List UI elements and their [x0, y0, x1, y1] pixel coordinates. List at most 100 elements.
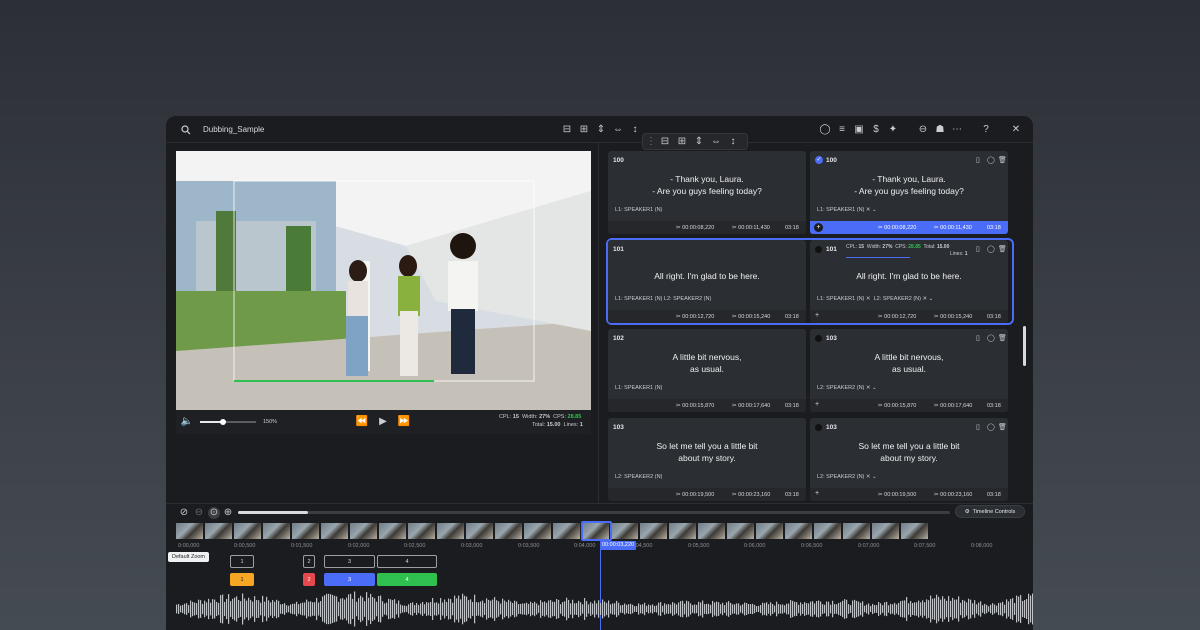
align-vertical-icon[interactable]: ⇕: [693, 136, 705, 148]
card-line-2[interactable]: - Are you guys feeling today?: [608, 185, 806, 197]
distribute-icon[interactable]: ↕: [629, 124, 641, 136]
frame-thumbnail[interactable]: [553, 523, 581, 539]
check-icon[interactable]: ✓: [815, 156, 823, 164]
card-line-2[interactable]: about my story.: [810, 452, 1008, 464]
card-line-1[interactable]: All right. I'm glad to be here.: [810, 270, 1008, 282]
frame-thumbnail[interactable]: [611, 523, 639, 539]
card-line-2[interactable]: - Are you guys feeling today?: [810, 185, 1008, 197]
align-horizontal-icon[interactable]: ⇔: [612, 124, 624, 136]
card-line-1[interactable]: - Thank you, Laura.: [810, 173, 1008, 185]
delete-icon[interactable]: 🗑: [998, 334, 1007, 342]
end-time[interactable]: ✂ 00:00:23,160: [934, 492, 972, 498]
frame-thumbnail[interactable]: [727, 523, 755, 539]
track1-segment[interactable]: 2: [303, 555, 315, 568]
frame-thumbnail[interactable]: [234, 523, 262, 539]
frame-thumbnail[interactable]: [292, 523, 320, 539]
visibility-off-icon[interactable]: ⊘: [178, 507, 190, 519]
layout-split-icon[interactable]: ⊟: [659, 136, 671, 148]
frame-thumbnail[interactable]: [495, 523, 523, 539]
card-line-1[interactable]: So let me tell you a little bit: [810, 440, 1008, 452]
start-time[interactable]: ✂ 00:00:08,220: [676, 225, 714, 231]
comment-icon[interactable]: ◯: [987, 334, 995, 342]
zoom-out-icon[interactable]: ⊖: [917, 124, 929, 136]
timeline-controls-button[interactable]: ⚙ Timeline Controls: [955, 505, 1025, 518]
card-line-1[interactable]: So let me tell you a little bit: [608, 440, 806, 452]
target-card[interactable]: 103 ▯ ◯ 🗑 So let me tell you a little bi…: [810, 418, 1008, 501]
card-line-1[interactable]: - Thank you, Laura.: [608, 173, 806, 185]
speaker-tags[interactable]: L2: SPEAKER2 (N) ✕ ⌄: [817, 474, 877, 480]
play-icon[interactable]: ▶: [377, 416, 389, 428]
start-time[interactable]: ✂ 00:00:12,720: [878, 314, 916, 320]
track1-segment[interactable]: 1: [230, 555, 254, 568]
search-icon[interactable]: [180, 124, 192, 136]
frame-thumbnail[interactable]: [669, 523, 697, 539]
target-card[interactable]: ✓ 100 ▯ ◯ 🗑 - Thank you, Laura. - Are you…: [810, 151, 1008, 234]
close-icon[interactable]: ✕: [1010, 124, 1022, 136]
start-time[interactable]: ✂ 00:00:19,500: [676, 492, 714, 498]
add-icon[interactable]: +: [815, 312, 819, 319]
layout-split-icon[interactable]: ⊟: [561, 124, 573, 136]
frame-thumbnail[interactable]: [350, 523, 378, 539]
track2-segment[interactable]: 3: [324, 573, 375, 586]
frame-thumbnail[interactable]: [785, 523, 813, 539]
frame-thumbnail[interactable]: [843, 523, 871, 539]
card-line-2[interactable]: as usual.: [810, 363, 1008, 375]
source-card[interactable]: 102 A little bit nervous, as usual. L1: S…: [608, 329, 806, 412]
card-line-1[interactable]: A little bit nervous,: [810, 351, 1008, 363]
frame-thumbnail[interactable]: [756, 523, 784, 539]
currency-icon[interactable]: $: [870, 124, 882, 136]
frame-thumbnail[interactable]: [379, 523, 407, 539]
frame-thumbnail[interactable]: [263, 523, 291, 539]
caption-icon[interactable]: ▣: [853, 124, 865, 136]
source-card[interactable]: 103 So let me tell you a little bit about…: [608, 418, 806, 501]
target-card[interactable]: 103 ▯ ◯ 🗑 A little bit nervous, as usual.…: [810, 329, 1008, 412]
frame-thumbnail[interactable]: [524, 523, 552, 539]
video-preview[interactable]: [176, 151, 591, 410]
track2-segment[interactable]: 1: [230, 573, 254, 586]
delete-icon[interactable]: 🗑: [998, 423, 1007, 431]
translate-icon[interactable]: ✦: [887, 124, 899, 136]
end-time[interactable]: ✂ 00:00:17,640: [732, 403, 770, 409]
timeline-scrollbar[interactable]: [238, 511, 950, 514]
comment-icon[interactable]: ◯: [987, 423, 995, 431]
end-time[interactable]: ✂ 00:00:15,240: [934, 314, 972, 320]
more-icon[interactable]: ⋯: [951, 124, 963, 136]
card-line-1[interactable]: A little bit nervous,: [608, 351, 806, 363]
frame-thumbnail[interactable]: [205, 523, 233, 539]
card-line-2[interactable]: about my story.: [608, 452, 806, 464]
bookmark-icon[interactable]: ▯: [976, 156, 980, 164]
zoom-out-icon[interactable]: ⊖: [193, 507, 205, 519]
zoom-in-icon[interactable]: ⊕: [222, 507, 234, 519]
add-icon[interactable]: +: [815, 490, 819, 497]
add-icon[interactable]: +: [815, 401, 819, 408]
thumbnail-selection[interactable]: [581, 521, 612, 541]
track2-segment[interactable]: 2: [303, 573, 315, 586]
user-view-icon[interactable]: ☗: [934, 124, 946, 136]
help-icon[interactable]: ?: [980, 124, 992, 136]
comment-icon[interactable]: ◯: [819, 124, 831, 136]
end-time[interactable]: ✂ 00:00:11,430: [934, 225, 972, 231]
frame-thumbnail[interactable]: [814, 523, 842, 539]
drag-handle-icon[interactable]: ⋮: [645, 136, 657, 148]
comment-icon[interactable]: ◯: [987, 245, 995, 253]
frame-thumbnail[interactable]: [872, 523, 900, 539]
subtitle-settings-icon[interactable]: ≡: [836, 124, 848, 136]
cards-scrollbar[interactable]: [1023, 326, 1026, 366]
frame-thumbnail[interactable]: [408, 523, 436, 539]
rewind-icon[interactable]: ⏪: [356, 416, 368, 428]
speaker-tags[interactable]: L1: SPEAKER1 (N) ✕ ⌄: [817, 207, 877, 213]
source-card[interactable]: 100 - Thank you, Laura. - Are you guys fe…: [608, 151, 806, 234]
bookmark-icon[interactable]: ▯: [976, 245, 980, 253]
end-time[interactable]: ✂ 00:00:11,430: [732, 225, 770, 231]
card-line-1[interactable]: All right. I'm glad to be here.: [608, 270, 806, 282]
track2-segment[interactable]: 4: [377, 573, 437, 586]
frame-thumbnail[interactable]: [466, 523, 494, 539]
status-dot[interactable]: [815, 246, 822, 253]
default-zoom-icon[interactable]: ⊙: [208, 507, 220, 519]
track1-segment[interactable]: 4: [377, 555, 437, 568]
align-vertical-icon[interactable]: ⇕: [595, 124, 607, 136]
distribute-icon[interactable]: ↕: [727, 136, 739, 148]
status-dot[interactable]: [815, 424, 822, 431]
target-card[interactable]: 101 CPL: 15 Width: 27% CPS: 28.85 Total:…: [810, 240, 1008, 323]
volume-icon[interactable]: 🔈: [181, 416, 193, 428]
